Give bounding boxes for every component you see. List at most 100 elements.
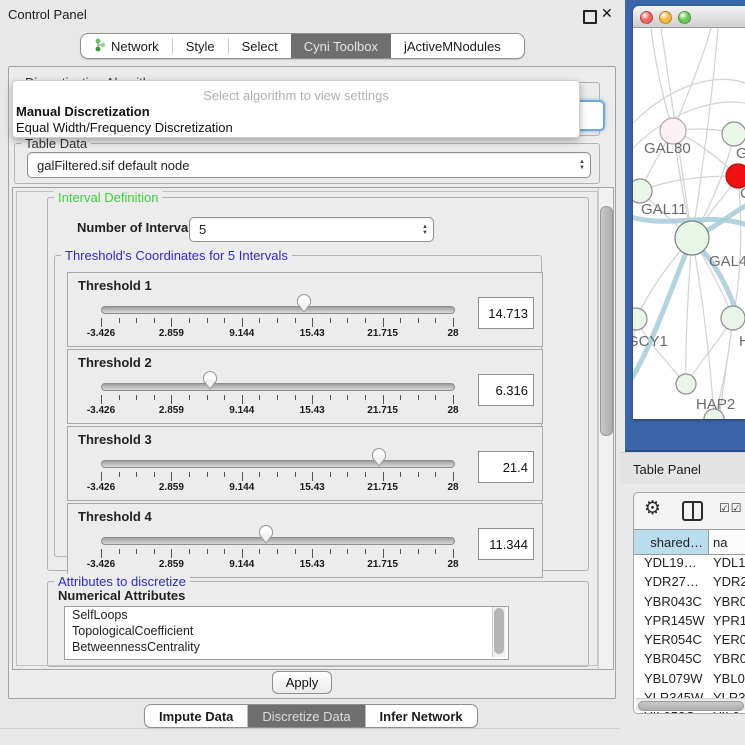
numerical-attributes-list[interactable]: SelfLoopsTopologicalCoefficientBetweenne… [64, 606, 509, 660]
attribute-list-item[interactable]: BetweennessCentrality [65, 639, 508, 655]
slider-tick [400, 549, 401, 554]
node-gal4[interactable] [675, 221, 709, 255]
slider-tick [383, 395, 384, 404]
table-data-combobox[interactable]: galFiltered.sif default node ▲▼ [27, 152, 591, 178]
cell-name: YBL0 [709, 671, 745, 690]
gear-icon[interactable]: ⚙ [644, 497, 661, 520]
close-icon[interactable]: ✕ [601, 5, 613, 22]
column-header-name[interactable]: na [709, 530, 745, 554]
node-hap2[interactable] [676, 374, 696, 394]
slider-thumb[interactable] [202, 371, 218, 395]
slider-tick [136, 472, 137, 477]
traffic-light-zoom-icon[interactable] [678, 11, 691, 24]
table-horizontal-scrollbar[interactable] [636, 698, 745, 711]
slider-thumb[interactable] [258, 525, 274, 549]
slider-tick [207, 318, 208, 323]
settings-scrollpane: Interval Definition Number of Intervals … [12, 187, 614, 670]
table-row[interactable]: YER054CYER0 [634, 632, 745, 651]
table-row[interactable]: YBR045CYBR0 [634, 651, 745, 670]
algorithm-option-equal-width[interactable]: Equal Width/Frequency Discretization [16, 120, 233, 135]
tab-style[interactable]: Style [173, 34, 228, 58]
tab-select[interactable]: Select [229, 34, 291, 58]
select-columns-icon[interactable]: ☑☑ [719, 501, 743, 515]
slider-tick [171, 318, 172, 327]
threshold-value-field[interactable] [478, 451, 534, 483]
slider-tick [242, 318, 243, 327]
table-row[interactable]: YBL079WYBL0 [634, 671, 745, 690]
vertical-scrollbar[interactable] [598, 188, 613, 669]
network-canvas[interactable]: GAL80GACGAL11GAL4GCY1HHAP2 [633, 28, 745, 419]
network-edge[interactable] [686, 238, 692, 384]
tab-infer-network[interactable]: Infer Network [365, 705, 477, 727]
slider-tick [400, 318, 401, 323]
slider-tick-label: 2.859 [159, 559, 184, 570]
node-gal11[interactable] [633, 179, 652, 203]
network-edge[interactable] [651, 28, 673, 131]
attribute-list-item[interactable]: SelfLoops [65, 607, 508, 623]
slider-track[interactable] [101, 383, 455, 391]
apply-button[interactable]: Apply [272, 671, 332, 694]
table-row[interactable]: YDL19…YDL1 [634, 555, 745, 574]
tab-discretize-data[interactable]: Discretize Data [247, 705, 364, 727]
table-row[interactable]: YPR145WYPR1 [634, 613, 745, 632]
spinner-arrows-icon: ▲▼ [417, 224, 433, 236]
threshold-panel: Threshold 3-3.4262.8599.14415.4321.71528 [67, 426, 543, 501]
list-scrollbar[interactable] [492, 607, 506, 657]
slider-tick [277, 472, 278, 477]
slider-tick [400, 395, 401, 400]
tab-cyni-toolbox[interactable]: Cyni Toolbox [291, 34, 391, 58]
threshold-value-field[interactable] [478, 374, 534, 406]
node-h[interactable] [721, 306, 745, 330]
traffic-light-minimize-icon[interactable] [659, 11, 672, 24]
slider-tick-label: -3.426 [87, 482, 115, 493]
num-intervals-combobox[interactable]: 5 ▲▼ [189, 217, 434, 242]
float-window-icon[interactable] [583, 10, 597, 24]
column-layout-icon[interactable] [682, 501, 703, 521]
cell-name: YPR1 [709, 613, 745, 632]
slider-tick [453, 549, 454, 558]
table-hscrollbar-thumb[interactable] [638, 701, 744, 711]
node-green-a[interactable] [722, 122, 745, 146]
table-row[interactable]: YBR043CYBR0 [634, 594, 745, 613]
thresholds-group-label: Threshold's Coordinates for 5 Intervals [61, 248, 292, 263]
slider-tick [365, 549, 366, 554]
slider-tick [453, 395, 454, 404]
threshold-value-field[interactable] [478, 528, 534, 560]
tab-network[interactable]: Network [81, 34, 172, 58]
tab-jactivemnodules[interactable]: jActiveMNodules [391, 34, 514, 58]
vertical-scrollbar-thumb[interactable] [600, 206, 613, 436]
panel-bottom-divider [0, 728, 620, 729]
bottom-tabbar: Impute DataDiscretize DataInfer Network [144, 704, 478, 728]
slider-tick-label: 9.144 [229, 405, 254, 416]
list-scrollbar-thumb[interactable] [494, 608, 504, 654]
network-edge[interactable] [633, 79, 745, 123]
slider-track[interactable] [101, 537, 455, 545]
algorithm-option-manual[interactable]: Manual Discretization [16, 104, 150, 119]
tab-impute-data[interactable]: Impute Data [145, 705, 247, 727]
column-header-shared-name[interactable]: shared… [634, 530, 709, 554]
network-edge[interactable] [692, 28, 718, 238]
slider-track[interactable] [101, 306, 455, 314]
network-edge[interactable] [640, 176, 738, 191]
attribute-list-item[interactable]: TopologicalCoefficient [65, 623, 508, 639]
cell-shared-name: YPR145W [634, 613, 709, 632]
slider-tick [418, 395, 419, 400]
slider-thumb[interactable] [371, 448, 387, 472]
slider-tick-label: 9.144 [229, 328, 254, 339]
slider-tick [242, 472, 243, 481]
network-window-titlebar[interactable] [633, 6, 745, 28]
node-gcy1[interactable] [633, 308, 647, 330]
table-row[interactable]: YDR27…YDR2 [634, 574, 745, 593]
slider-tick [242, 549, 243, 558]
slider-tick [189, 318, 190, 323]
slider-tick [224, 395, 225, 400]
slider-thumb[interactable] [296, 294, 312, 318]
slider-track[interactable] [101, 460, 455, 468]
threshold-value-field[interactable] [478, 297, 534, 329]
tab-label: Network [111, 39, 159, 54]
traffic-light-close-icon[interactable] [640, 11, 653, 24]
attributes-group: Attributes to discretize Numerical Attri… [47, 581, 589, 667]
network-tree-icon [94, 38, 106, 55]
cell-name: YER0 [709, 632, 745, 651]
threshold-label: Threshold 3 [78, 432, 152, 447]
